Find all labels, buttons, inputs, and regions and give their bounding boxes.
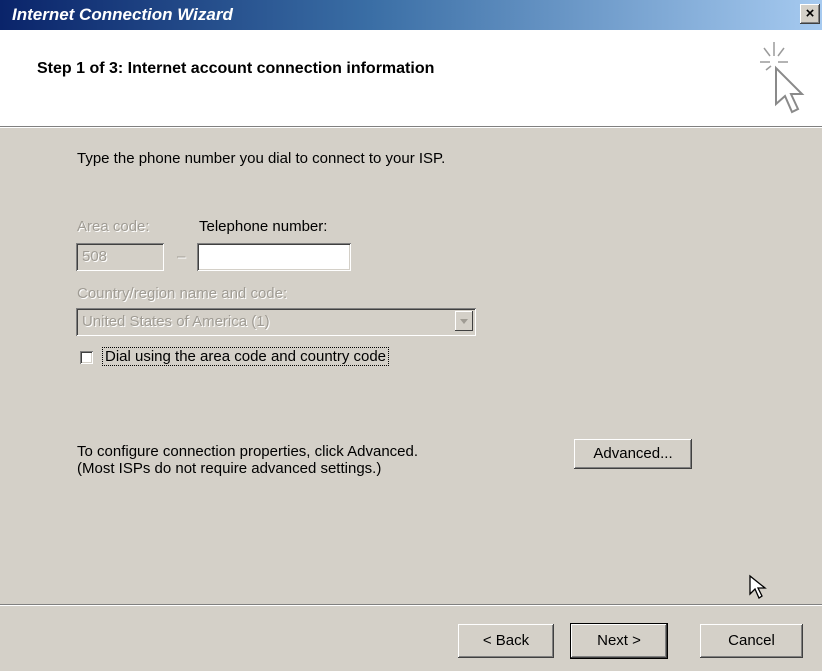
next-button-label: Next > bbox=[597, 632, 641, 649]
area-code-value: 508 bbox=[82, 248, 108, 265]
header-divider bbox=[0, 127, 822, 128]
cancel-button-label: Cancel bbox=[728, 632, 775, 649]
mouse-pointer-icon bbox=[749, 574, 767, 599]
cancel-button[interactable]: Cancel bbox=[700, 624, 803, 658]
chevron-down-icon bbox=[455, 311, 473, 331]
advanced-button-label: Advanced... bbox=[593, 445, 673, 462]
wizard-sparkle-cursor-icon bbox=[760, 42, 805, 114]
country-dropdown: United States of America (1) bbox=[76, 308, 476, 336]
advanced-button[interactable]: Advanced... bbox=[574, 439, 692, 469]
step-title: Step 1 of 3: Internet account connection… bbox=[37, 60, 435, 77]
back-button-label: < Back bbox=[482, 632, 530, 649]
window-title: Internet Connection Wizard bbox=[12, 5, 233, 24]
area-code-label: Area code: bbox=[77, 218, 150, 235]
telephone-number-field[interactable] bbox=[197, 243, 351, 271]
area-code-separator: – bbox=[177, 248, 186, 265]
dial-area-code-label[interactable]: Dial using the area code and country cod… bbox=[102, 347, 390, 366]
country-value: United States of America (1) bbox=[82, 313, 270, 330]
footer-divider-highlight bbox=[0, 605, 822, 606]
back-button[interactable]: < Back bbox=[458, 624, 554, 658]
area-code-field: 508 bbox=[76, 243, 164, 271]
dial-area-code-checkbox[interactable] bbox=[80, 351, 93, 364]
telephone-label: Telephone number: bbox=[199, 218, 328, 235]
next-button[interactable]: Next > bbox=[570, 623, 668, 659]
country-label: Country/region name and code: bbox=[77, 285, 288, 302]
title-bar[interactable]: Internet Connection Wizard × bbox=[0, 0, 822, 30]
instruction-text: Type the phone number you dial to connec… bbox=[77, 150, 446, 167]
wizard-window: Internet Connection Wizard × Step 1 of 3… bbox=[0, 0, 822, 671]
advanced-info-line1: To configure connection properties, clic… bbox=[77, 443, 419, 460]
close-button[interactable]: × bbox=[800, 4, 820, 24]
advanced-info-line2: (Most ISPs do not require advanced setti… bbox=[77, 460, 382, 477]
wizard-header: Step 1 of 3: Internet account connection… bbox=[0, 30, 822, 127]
